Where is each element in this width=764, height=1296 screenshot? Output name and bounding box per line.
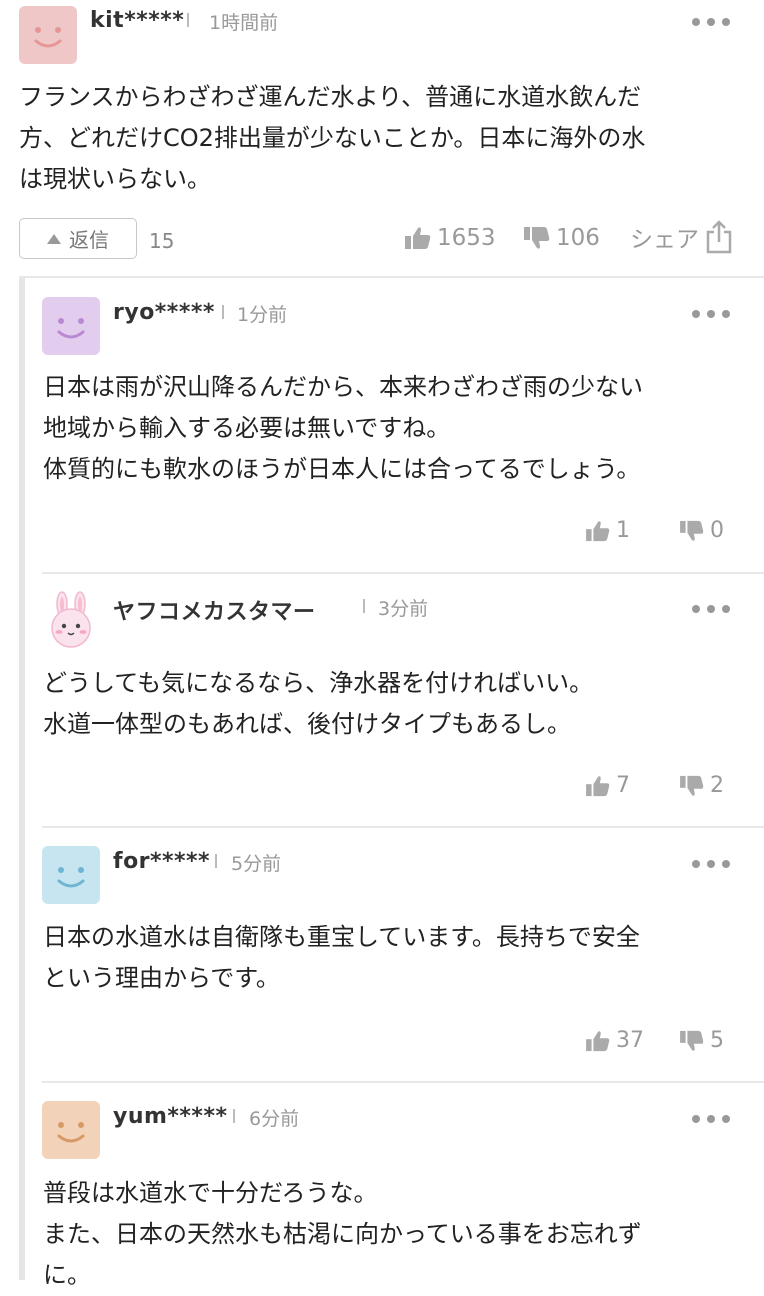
comment-text: どうしても気になるなら、浄水器を付ければいい。 水道一体型のもあれば、後付けタイ… [43, 669, 594, 738]
divider [42, 572, 764, 574]
dislike-count: 0 [710, 518, 724, 543]
more-options-icon[interactable] [692, 1112, 730, 1126]
timestamp: 5分前 [231, 853, 282, 875]
like-button[interactable]: 1653 [405, 225, 496, 251]
separator [222, 305, 224, 319]
thumbs-down-icon [680, 520, 704, 541]
smiley-icon [57, 318, 85, 339]
dislike-button[interactable]: 0 [680, 518, 724, 543]
dislike-count: 5 [710, 1028, 724, 1053]
smiley-icon [34, 27, 62, 48]
avatar[interactable] [42, 846, 100, 904]
separator [215, 854, 217, 868]
share-label: シェア [630, 227, 699, 253]
like-button[interactable]: 7 [586, 773, 630, 798]
reply-count: 15 [149, 229, 175, 253]
thumbs-down-icon [680, 1030, 704, 1051]
dislike-button[interactable]: 5 [680, 1028, 724, 1053]
divider [19, 276, 764, 278]
avatar[interactable] [42, 297, 100, 355]
comment-text: 普段は水道水で十分だろうな。 また、日本の天然水も枯渇に向かっている事をお忘れず… [43, 1179, 642, 1289]
divider [42, 1081, 764, 1083]
like-button[interactable]: 1 [586, 518, 630, 543]
more-options-icon[interactable] [692, 307, 730, 321]
username[interactable]: yum***** [113, 1104, 227, 1129]
dislike-count: 106 [556, 225, 600, 251]
like-button[interactable]: 37 [586, 1028, 644, 1053]
thumbs-up-icon [405, 227, 431, 249]
divider [42, 826, 764, 828]
avatar[interactable] [42, 1101, 100, 1159]
separator [363, 599, 365, 613]
timestamp: 6分前 [249, 1108, 300, 1130]
thumbs-down-icon [680, 775, 704, 796]
avatar[interactable] [19, 6, 77, 64]
more-options-icon[interactable] [692, 857, 730, 871]
smiley-icon [57, 867, 85, 888]
separator [233, 1109, 235, 1123]
timestamp: 1時間前 [209, 12, 279, 34]
like-count: 7 [616, 773, 630, 798]
like-count: 37 [616, 1028, 644, 1053]
separator [187, 13, 189, 27]
like-count: 1 [616, 518, 630, 543]
triangle-up-icon [47, 233, 61, 244]
share-button[interactable]: シェア [630, 220, 733, 254]
thumbs-up-icon [586, 1030, 610, 1051]
share-icon [706, 220, 732, 254]
username[interactable]: kit***** [90, 8, 184, 33]
thumbs-down-icon [524, 227, 550, 249]
dislike-button[interactable]: 2 [680, 773, 724, 798]
comment-text: 日本は雨が沢山降るんだから、本来わざわざ雨の少ない 地域から輸入する必要は無いで… [43, 373, 643, 483]
dislike-button[interactable]: 106 [524, 225, 600, 251]
avatar[interactable] [42, 590, 100, 648]
reply-label: 返信 [69, 228, 109, 252]
more-options-icon[interactable] [692, 15, 730, 29]
username[interactable]: ヤフコメカスタマー [113, 594, 316, 626]
comment-text: フランスからわざわざ運んだ水より、普通に水道水飲んだ 方、どれだけCO2排出量が… [19, 83, 646, 193]
timestamp: 3分前 [378, 598, 429, 620]
comment-text: 日本の水道水は自衛隊も重宝しています。長持ちで安全 という理由からです。 [43, 923, 640, 992]
smiley-icon [57, 1122, 85, 1143]
like-count: 1653 [437, 225, 496, 251]
rabbit-icon [51, 591, 91, 648]
username[interactable]: for***** [113, 849, 210, 874]
thread-indicator [19, 278, 25, 1280]
thumbs-up-icon [586, 520, 610, 541]
more-options-icon[interactable] [692, 602, 730, 616]
username[interactable]: ryo***** [113, 300, 215, 325]
thumbs-up-icon [586, 775, 610, 796]
reply-button[interactable]: 返信 [19, 218, 137, 259]
timestamp: 1分前 [237, 304, 288, 326]
dislike-count: 2 [710, 773, 724, 798]
